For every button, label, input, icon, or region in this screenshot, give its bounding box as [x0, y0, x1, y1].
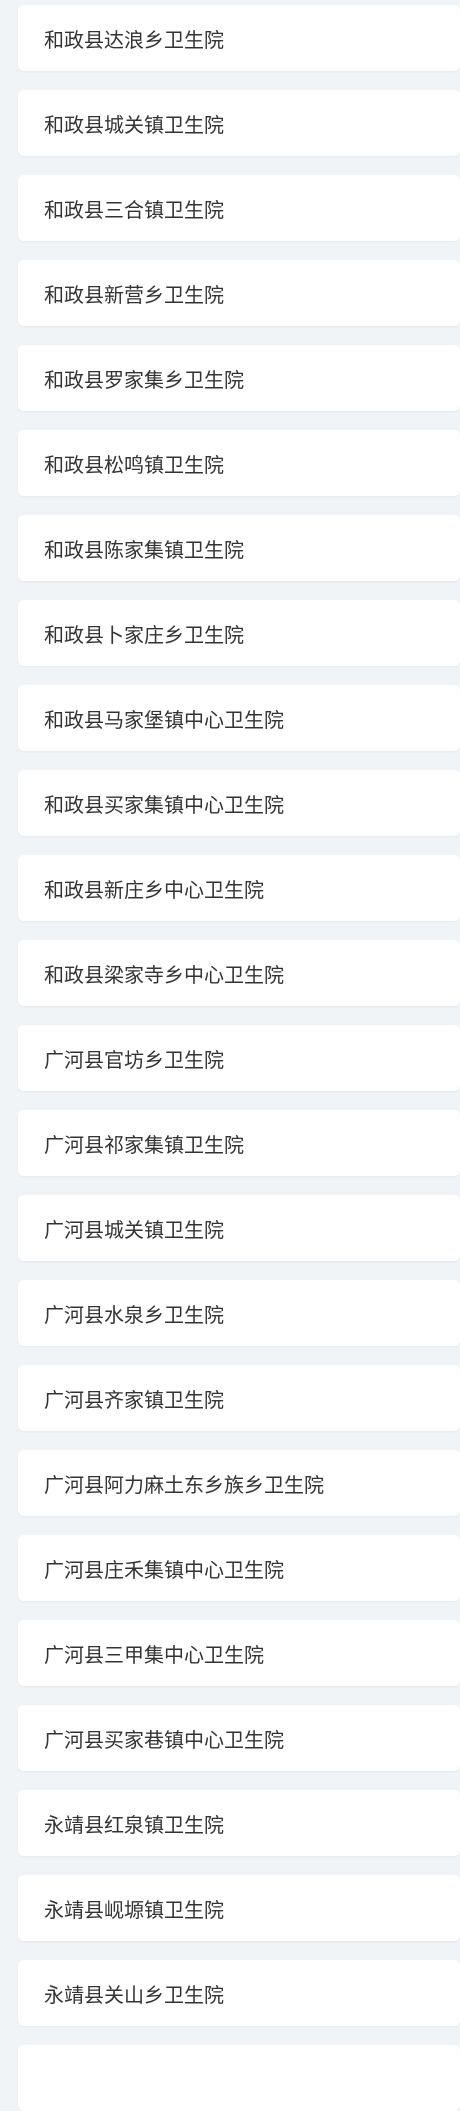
- list-item[interactable]: 广河县城关镇卫生院: [18, 1195, 460, 1261]
- list-item-label: 和政县新营乡卫生院: [44, 282, 224, 307]
- list-item[interactable]: 广河县买家巷镇中心卫生院: [18, 1705, 460, 1771]
- list-item[interactable]: 永靖县红泉镇卫生院: [18, 1790, 460, 1856]
- list-item[interactable]: 和政县卜家庄乡卫生院: [18, 600, 460, 666]
- list-item-label: 广河县水泉乡卫生院: [44, 1302, 224, 1327]
- list-item-label: 和政县买家集镇中心卫生院: [44, 792, 284, 817]
- list-item-label: 和政县新庄乡中心卫生院: [44, 877, 264, 902]
- list-item[interactable]: 和政县新营乡卫生院: [18, 260, 460, 326]
- list-item-label: 和政县卜家庄乡卫生院: [44, 622, 244, 647]
- list-item[interactable]: 和政县松鸣镇卫生院: [18, 430, 460, 496]
- list-item-label: 永靖县岘塬镇卫生院: [44, 1897, 224, 1922]
- list-item[interactable]: 广河县水泉乡卫生院: [18, 1280, 460, 1346]
- list-item-label: 广河县三甲集中心卫生院: [44, 1642, 264, 1667]
- list-item[interactable]: 和政县三合镇卫生院: [18, 175, 460, 241]
- list-item-label: 和政县梁家寺乡中心卫生院: [44, 962, 284, 987]
- list-item-label: 广河县祁家集镇卫生院: [44, 1132, 244, 1157]
- list-item-label: 广河县庄禾集镇中心卫生院: [44, 1557, 284, 1582]
- list-item-label: 广河县官坊乡卫生院: [44, 1047, 224, 1072]
- list-item[interactable]: 和政县买家集镇中心卫生院: [18, 770, 460, 836]
- hospital-list: 和政县达浪乡卫生院 和政县城关镇卫生院 和政县三合镇卫生院 和政县新营乡卫生院 …: [0, 0, 460, 2111]
- list-item[interactable]: 广河县齐家镇卫生院: [18, 1365, 460, 1431]
- list-item[interactable]: 和政县达浪乡卫生院: [18, 5, 460, 71]
- list-item[interactable]: 永靖县关山乡卫生院: [18, 1960, 460, 2026]
- list-item[interactable]: 和政县城关镇卫生院: [18, 90, 460, 156]
- list-item-label: 广河县买家巷镇中心卫生院: [44, 1727, 284, 1752]
- list-item-label: 广河县阿力麻土东乡族乡卫生院: [44, 1472, 324, 1497]
- list-item[interactable]: 和政县梁家寺乡中心卫生院: [18, 940, 460, 1006]
- list-item-label: 和政县三合镇卫生院: [44, 197, 224, 222]
- list-item[interactable]: 广河县祁家集镇卫生院: [18, 1110, 460, 1176]
- list-item-label: 永靖县关山乡卫生院: [44, 1982, 224, 2007]
- list-item-label: 和政县马家堡镇中心卫生院: [44, 707, 284, 732]
- list-item-label: 和政县城关镇卫生院: [44, 112, 224, 137]
- list-item-label: 和政县陈家集镇卫生院: [44, 537, 244, 562]
- list-item[interactable]: 广河县官坊乡卫生院: [18, 1025, 460, 1091]
- list-item[interactable]: 永靖县岘塬镇卫生院: [18, 1875, 460, 1941]
- list-item-label: 永靖县红泉镇卫生院: [44, 1812, 224, 1837]
- list-item[interactable]: [18, 2045, 460, 2111]
- list-item[interactable]: 广河县三甲集中心卫生院: [18, 1620, 460, 1686]
- list-item[interactable]: 和政县新庄乡中心卫生院: [18, 855, 460, 921]
- list-item-label: 和政县达浪乡卫生院: [44, 27, 224, 52]
- list-item[interactable]: 和政县马家堡镇中心卫生院: [18, 685, 460, 751]
- list-item[interactable]: 和政县罗家集乡卫生院: [18, 345, 460, 411]
- list-item-label: 和政县松鸣镇卫生院: [44, 452, 224, 477]
- list-item-label: 和政县罗家集乡卫生院: [44, 367, 244, 392]
- list-item[interactable]: 广河县阿力麻土东乡族乡卫生院: [18, 1450, 460, 1516]
- list-item[interactable]: 和政县陈家集镇卫生院: [18, 515, 460, 581]
- list-item-label: 广河县城关镇卫生院: [44, 1217, 224, 1242]
- list-item[interactable]: 广河县庄禾集镇中心卫生院: [18, 1535, 460, 1601]
- list-item-label: 广河县齐家镇卫生院: [44, 1387, 224, 1412]
